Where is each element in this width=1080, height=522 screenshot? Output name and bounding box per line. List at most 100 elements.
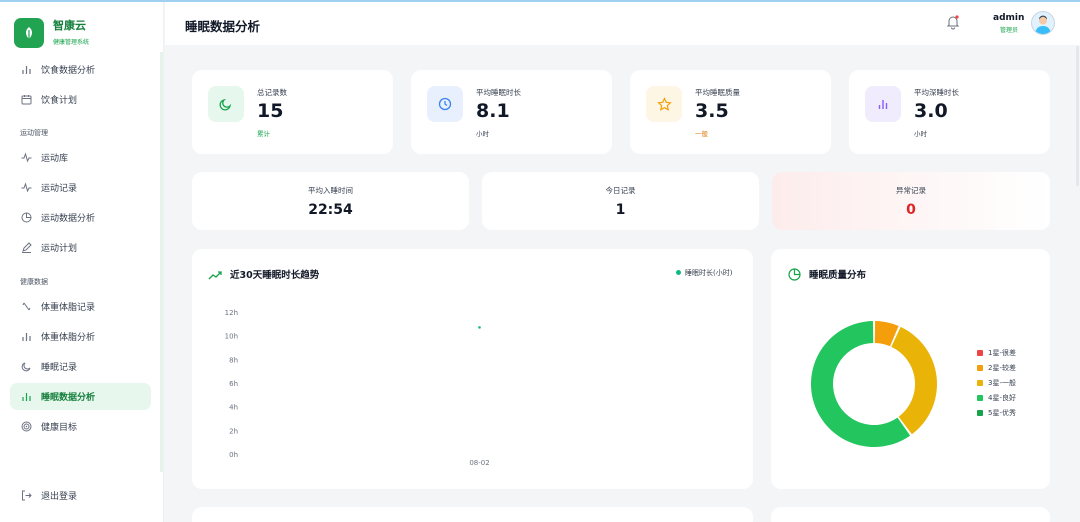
avatar[interactable] <box>1031 11 1055 35</box>
stat-label: 平均睡眠时长 <box>476 88 521 97</box>
quality-chart-card: 睡眠质量分布 1星-很差 2星-较差 3星-一般 4星-良好 5星-优秀 <box>771 249 1050 489</box>
sidebar-item-label: 体重体脂记录 <box>41 303 96 313</box>
user-role: 管理员 <box>1000 27 1019 34</box>
stat-value: 3.0 <box>914 100 948 122</box>
sidebar-item-label: 体重体脂分析 <box>41 333 96 343</box>
bar-chart-icon <box>20 63 33 76</box>
stat-sub: 小时 <box>914 130 927 138</box>
user-name[interactable]: admin <box>993 13 1024 23</box>
sidebar-item-label: 运动库 <box>41 154 69 164</box>
moon-icon <box>20 360 33 373</box>
bar-chart-icon <box>865 86 901 122</box>
pie-legend-item[interactable]: 2星-较差 <box>977 363 1016 373</box>
mini-card-abnormal: 异常记录 0 <box>772 172 1050 230</box>
sidebar-item-health-goal[interactable]: 健康目标 <box>10 413 151 440</box>
stat-value: 15 <box>257 100 284 122</box>
activity-icon <box>20 181 33 194</box>
sidebar-item-sport-analysis[interactable]: 运动数据分析 <box>10 204 151 231</box>
legend-swatch <box>977 395 983 401</box>
stat-card-avg-duration: 平均睡眠时长 8.1 小时 <box>411 70 612 154</box>
stat-sub: 小时 <box>476 130 489 138</box>
y-tick-label: 0h <box>229 451 238 459</box>
stat-card-avg-quality: 平均睡眠质量 3.5 一般 <box>630 70 831 154</box>
y-tick-label: 2h <box>229 427 238 435</box>
mini-label: 今日记录 <box>605 186 636 195</box>
stat-card-total: 总记录数 15 累计 <box>192 70 393 154</box>
sidebar-item-diet-plan[interactable]: 饮食计划 <box>10 86 151 113</box>
sidebar-item-label: 运动数据分析 <box>41 214 96 224</box>
trend-chart-plot: 0h 2h 4h 6h 8h 10h 12h 08-02 <box>225 309 490 467</box>
pie-legend-item[interactable]: 5星-优秀 <box>977 408 1016 418</box>
sidebar-item-label: 健康目标 <box>41 423 78 433</box>
legend-label: 1星-很差 <box>988 349 1016 357</box>
sidebar-item-sport-plan[interactable]: 运动计划 <box>10 234 151 261</box>
pie-chart-icon <box>20 211 33 224</box>
logout-icon <box>20 489 33 502</box>
sidebar-item-sleep-analysis[interactable]: 睡眠数据分析 <box>10 383 151 410</box>
bottom-card-right <box>771 507 1050 522</box>
brand-name: 智康云 <box>53 19 86 32</box>
pie-slice[interactable] <box>891 326 937 435</box>
logout-button[interactable]: 退出登录 <box>10 482 151 509</box>
calendar-icon <box>20 93 33 106</box>
top-header: 睡眠数据分析 admin 管理员 <box>165 2 1080 45</box>
legend-swatch <box>977 380 983 386</box>
mini-card-avg-bedtime: 平均入睡时间 22:54 <box>192 172 469 230</box>
pie-legend-item[interactable]: 1星-很差 <box>977 348 1016 358</box>
y-tick-label: 12h <box>225 309 238 317</box>
stat-label: 总记录数 <box>257 88 287 97</box>
page-scrollbar[interactable] <box>1076 46 1079 186</box>
sidebar-item-label: 睡眠记录 <box>41 363 78 373</box>
menu-group-health: 健康数据 <box>20 278 48 286</box>
y-tick-label: 8h <box>229 356 238 364</box>
x-tick-label: 08-02 <box>469 459 489 467</box>
sidebar-item-sleep-record[interactable]: 睡眠记录 <box>10 353 151 380</box>
stat-value: 3.5 <box>695 100 729 122</box>
legend-label: 3星-一般 <box>988 379 1016 387</box>
pen-icon <box>20 241 33 254</box>
sidebar-item-weight-analysis[interactable]: 体重体脂分析 <box>10 323 151 350</box>
logout-label: 退出登录 <box>41 492 78 502</box>
mini-value: 0 <box>906 202 916 218</box>
mini-value: 1 <box>615 202 626 218</box>
legend-swatch <box>977 365 983 371</box>
moon-icon <box>208 86 244 122</box>
page-title: 睡眠数据分析 <box>185 19 261 34</box>
stat-label: 平均深睡时长 <box>914 88 959 97</box>
legend-swatch <box>977 350 983 356</box>
stat-sub: 一般 <box>695 130 708 138</box>
legend-label: 5星-优秀 <box>988 409 1016 417</box>
trend-chart-card: 近30天睡眠时长趋势 睡眠时长(小时) 0h 2h 4h 6h 8h 10h 12h 08-0… <box>192 249 753 489</box>
legend-swatch <box>977 410 983 416</box>
y-tick-label: 6h <box>229 380 238 388</box>
sidebar-item-sport-record[interactable]: 运动记录 <box>10 174 151 201</box>
data-point[interactable] <box>478 326 481 329</box>
bottom-card-left <box>192 507 753 522</box>
stat-sub: 累计 <box>257 130 270 138</box>
activity-icon <box>20 151 33 164</box>
mini-label: 平均入睡时间 <box>308 186 353 195</box>
sidebar: 智康云 健康管理系统 饮食数据分析 饮食计划 运动管理 运动库 运动记录 运动数… <box>0 2 164 522</box>
legend-label: 2星-较差 <box>988 364 1016 372</box>
bell-icon[interactable] <box>946 14 960 34</box>
mini-card-today: 今日记录 1 <box>482 172 759 230</box>
sidebar-item-label: 运动计划 <box>41 244 78 254</box>
bar-chart-icon <box>20 390 33 403</box>
sidebar-item-weight-record[interactable]: 体重体脂记录 <box>10 293 151 320</box>
mini-label: 异常记录 <box>896 186 926 195</box>
sidebar-scrollbar[interactable] <box>160 52 163 472</box>
sidebar-item-label: 运动记录 <box>41 184 78 194</box>
y-tick-label: 4h <box>229 404 238 412</box>
pie-legend-item[interactable]: 3星-一般 <box>977 378 1016 388</box>
scale-icon <box>20 300 33 313</box>
stat-label: 平均睡眠质量 <box>695 88 740 97</box>
pie-legend-item[interactable]: 4星-良好 <box>977 393 1016 403</box>
stat-card-avg-deep-sleep: 平均深睡时长 3.0 小时 <box>849 70 1050 154</box>
sidebar-item-label: 睡眠数据分析 <box>41 393 96 403</box>
bar-chart-icon <box>20 330 33 343</box>
sidebar-item-sport-library[interactable]: 运动库 <box>10 144 151 171</box>
stat-value: 8.1 <box>476 100 510 122</box>
sidebar-item-diet-analysis[interactable]: 饮食数据分析 <box>10 56 151 83</box>
sidebar-item-label: 饮食计划 <box>41 96 78 106</box>
star-icon <box>646 86 682 122</box>
